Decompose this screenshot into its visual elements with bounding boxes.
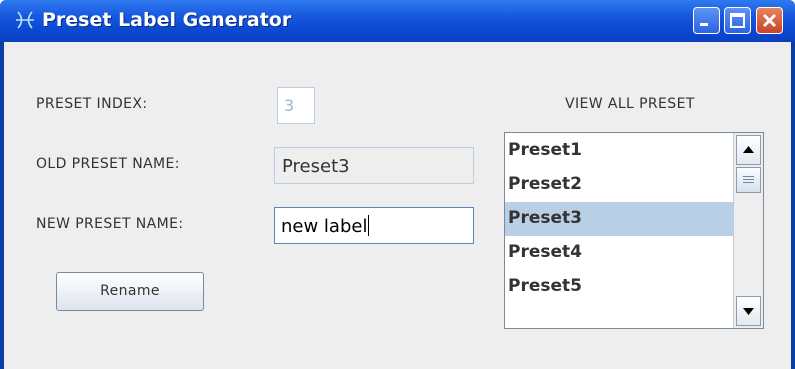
view-all-preset-label: VIEW ALL PRESET — [565, 96, 695, 112]
old-preset-name-field: Preset3 — [274, 147, 474, 184]
scroll-up-button[interactable] — [736, 135, 761, 165]
new-preset-name-input[interactable]: new label — [274, 207, 474, 244]
list-item[interactable]: Preset5 — [505, 270, 733, 304]
maximize-icon — [730, 13, 745, 28]
old-preset-name-label: OLD PRESET NAME: — [36, 156, 180, 172]
close-icon — [762, 13, 777, 28]
minimize-icon — [700, 23, 708, 26]
preset-index-label: PRESET INDEX: — [36, 96, 148, 112]
window-title: Preset Label Generator — [42, 9, 292, 31]
app-window: Preset Label Generator PRESET INDEX: 3 O… — [0, 0, 795, 369]
minimize-button[interactable] — [693, 7, 720, 34]
new-preset-name-label: NEW PRESET NAME: — [36, 216, 184, 232]
close-button[interactable] — [756, 7, 783, 34]
preset-index-field: 3 — [277, 87, 315, 124]
scroll-thumb[interactable] — [736, 167, 761, 193]
preset-generator-icon — [16, 11, 34, 29]
content-panel: PRESET INDEX: 3 OLD PRESET NAME: Preset3… — [4, 42, 791, 369]
scroll-down-button[interactable] — [736, 296, 761, 326]
title-bar[interactable]: Preset Label Generator — [0, 0, 795, 42]
maximize-button[interactable] — [724, 7, 751, 34]
new-preset-name-text: new label — [281, 216, 368, 237]
preset-list[interactable]: Preset1 Preset2 Preset3 Preset4 Preset5 — [504, 132, 764, 329]
list-item-selected[interactable]: Preset3 — [505, 202, 733, 236]
grip-icon — [743, 176, 754, 183]
text-caret — [368, 215, 370, 236]
rename-button[interactable]: Rename — [56, 272, 204, 311]
list-item[interactable]: Preset2 — [505, 168, 733, 202]
list-item[interactable]: Preset4 — [505, 236, 733, 270]
arrow-down-icon — [743, 308, 754, 315]
arrow-up-icon — [743, 146, 754, 153]
vertical-scrollbar[interactable] — [733, 133, 763, 328]
list-item[interactable]: Preset1 — [505, 134, 733, 168]
